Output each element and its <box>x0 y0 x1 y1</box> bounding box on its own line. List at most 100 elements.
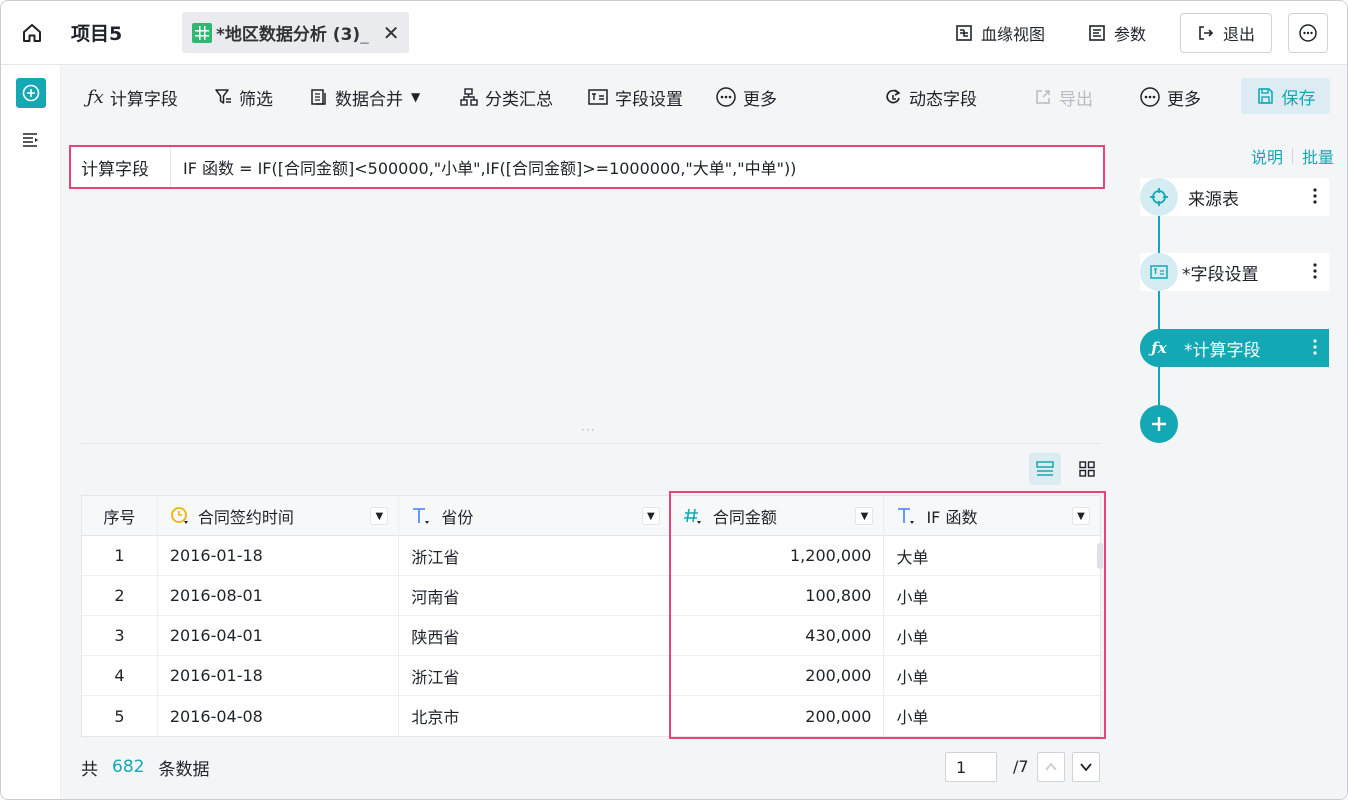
step-menu-icon[interactable] <box>1313 187 1317 210</box>
merge-icon <box>311 89 326 105</box>
column-header-province[interactable]: 省份 ▼ <box>399 496 671 535</box>
dynamic-field-button[interactable]: 动态字段 <box>883 65 977 129</box>
fx-icon: ƒx <box>87 86 104 108</box>
export-button[interactable]: 导出 <box>1033 65 1093 129</box>
refresh-icon <box>886 89 901 104</box>
grid-view-icon <box>1079 461 1095 477</box>
caret-down-icon: ▼ <box>860 510 869 522</box>
table-row[interactable]: 2 2016-08-01 河南省 100,800 小单 <box>82 576 1100 616</box>
list-indent-icon <box>23 133 38 147</box>
toolbar: ƒx 计算字段 筛选 数据合并 ▼ 分类汇总 字段设置 更多 动态字段 导出 更… <box>61 65 1347 129</box>
home-button[interactable] <box>15 19 49 47</box>
table-header-row: 序号 合同签约时间 ▼ 省份 ▼ 合同金额 ▼ IF 函数 ▼ <box>82 496 1100 536</box>
workspace: ƒx 计算字段 筛选 数据合并 ▼ 分类汇总 字段设置 更多 动态字段 导出 更… <box>61 65 1347 799</box>
fx-icon: ƒx <box>1151 339 1167 357</box>
text-type-icon <box>413 507 430 524</box>
grid-view-button[interactable] <box>1071 453 1103 485</box>
step-menu-icon[interactable] <box>1313 338 1317 361</box>
table-scrollbar[interactable] <box>1097 543 1103 569</box>
document-tab[interactable]: *地区数据分析 (3)_ ✕ <box>182 12 409 53</box>
merge-data-button[interactable]: 数据合并 ▼ <box>309 65 420 129</box>
step-field-settings[interactable]: *字段设置 <box>1140 253 1329 291</box>
column-header-sign-date[interactable]: 合同签约时间 ▼ <box>158 496 400 535</box>
params-icon <box>1089 25 1105 41</box>
step-source-table[interactable]: 来源表 <box>1140 178 1329 216</box>
outline-toggle[interactable] <box>21 131 41 153</box>
number-type-icon <box>683 508 701 524</box>
filter-button[interactable]: 筛选 <box>213 65 273 129</box>
add-flow-step-button[interactable] <box>1140 405 1178 443</box>
table-row[interactable]: 1 2016-01-18 浙江省 1,200,000 大单 <box>82 536 1100 576</box>
table-row[interactable]: 5 2016-04-08 北京市 200,000 小单 <box>82 696 1100 736</box>
caret-down-icon: ▼ <box>646 510 655 522</box>
calc-field-button[interactable]: ƒx 计算字段 <box>87 65 178 129</box>
step-menu-icon[interactable] <box>1313 262 1317 285</box>
step-calc-field[interactable]: ƒx *计算字段 <box>1140 329 1329 367</box>
chevron-up-icon <box>1045 762 1057 771</box>
document-tab-title: *地区数据分析 (3)_ <box>216 25 369 45</box>
crosshair-icon <box>1150 188 1168 206</box>
column-menu-dropdown[interactable]: ▼ <box>855 507 874 525</box>
field-settings-icon <box>588 89 608 105</box>
column-menu-dropdown[interactable]: ▼ <box>1072 507 1091 525</box>
export-icon <box>1036 90 1050 104</box>
caret-down-icon: ▼ <box>375 510 384 522</box>
app-window: 项目5 *地区数据分析 (3)_ ✕ 血缘视图 参数 退出 ƒx 计算字段 筛选… <box>0 0 1348 800</box>
table-row[interactable]: 3 2016-04-01 陕西省 430,000 小单 <box>82 616 1100 656</box>
table-row[interactable]: 4 2016-01-18 浙江省 200,000 小单 <box>82 656 1100 696</box>
close-tab-icon[interactable]: ✕ <box>383 21 400 45</box>
formula-bar: 计算字段 IF 函数 = IF([合同金额]<500000,"小单",IF([合… <box>69 145 1105 189</box>
formula-label: 计算字段 <box>71 147 171 187</box>
add-step-button[interactable] <box>16 78 46 108</box>
page-number-input[interactable]: 1 <box>945 752 997 782</box>
next-page-button[interactable] <box>1072 752 1100 782</box>
more-right-button[interactable]: 更多 <box>1139 65 1201 129</box>
caret-down-icon: ▼ <box>411 90 421 104</box>
caret-down-icon: ▼ <box>1077 510 1085 522</box>
flow-connector <box>1158 215 1160 425</box>
column-menu-dropdown[interactable]: ▼ <box>641 507 660 525</box>
more-tools-button[interactable]: 更多 <box>715 65 777 129</box>
explain-link[interactable]: 说明 <box>1251 144 1283 168</box>
header-more-button[interactable] <box>1288 13 1328 53</box>
data-table: 序号 合同签约时间 ▼ 省份 ▼ 合同金额 ▼ IF 函数 ▼ 1 2016-0… <box>81 495 1101 737</box>
filter-icon <box>215 89 231 104</box>
field-settings-icon <box>1150 265 1168 279</box>
logout-icon <box>1199 26 1214 40</box>
left-rail <box>1 65 61 799</box>
group-summary-button[interactable]: 分类汇总 <box>459 65 553 129</box>
prev-page-button[interactable] <box>1037 752 1065 782</box>
plus-icon <box>1152 417 1166 431</box>
hierarchy-icon <box>460 88 478 106</box>
panel-divider <box>81 443 1101 444</box>
column-menu-dropdown[interactable]: ▼ <box>370 507 389 525</box>
column-header-index: 序号 <box>82 496 158 535</box>
params-button[interactable]: 参数 <box>1088 13 1146 53</box>
chevron-down-icon <box>1080 763 1092 772</box>
more-circle-icon <box>1299 24 1317 42</box>
record-count: 共 682 条数据 <box>81 757 210 780</box>
lineage-view-button[interactable]: 血缘视图 <box>955 13 1045 53</box>
save-button[interactable]: 保存 <box>1241 78 1330 114</box>
link-separator <box>1292 148 1294 164</box>
project-name: 项目5 <box>71 23 123 45</box>
batch-link[interactable]: 批量 <box>1302 144 1334 168</box>
more-circle-icon <box>1140 87 1160 107</box>
list-view-button[interactable] <box>1029 453 1061 485</box>
formula-expression[interactable]: IF 函数 = IF([合同金额]<500000,"小单",IF([合同金额]>… <box>171 155 796 179</box>
column-header-if-function[interactable]: IF 函数 ▼ <box>884 496 1100 535</box>
save-icon <box>1257 88 1273 104</box>
list-view-icon <box>1036 461 1054 476</box>
side-links: 说明 批量 <box>1251 144 1334 168</box>
date-type-icon <box>170 506 188 524</box>
top-header: 项目5 *地区数据分析 (3)_ ✕ 血缘视图 参数 退出 <box>1 1 1347 65</box>
column-header-contract-amount[interactable]: 合同金额 ▼ <box>671 496 885 535</box>
field-settings-button[interactable]: 字段设置 <box>587 65 683 129</box>
plus-circle-icon <box>22 84 40 102</box>
spreadsheet-icon <box>192 22 212 43</box>
exit-button[interactable]: 退出 <box>1180 13 1273 53</box>
home-icon <box>23 24 41 42</box>
text-type-icon <box>898 507 915 524</box>
page-total: /7 <box>1013 757 1029 776</box>
resize-handle[interactable]: ··· <box>581 423 595 437</box>
